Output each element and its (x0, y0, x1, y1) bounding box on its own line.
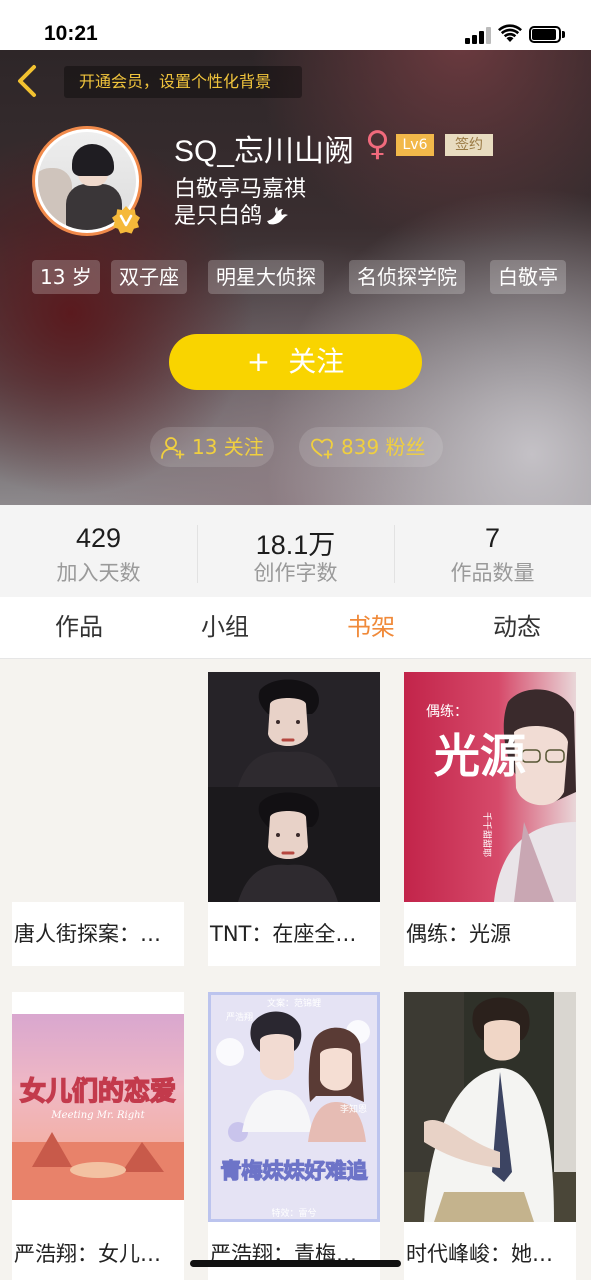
status-bar: 10:21 (0, 0, 591, 50)
stat-value: 429 (75, 523, 122, 553)
cover-text: 严浩翔 (226, 1011, 253, 1023)
vip-background-banner[interactable]: 开通会员，设置个性化背景 (64, 66, 302, 98)
stats-bar: 429 加入天数 18.1万 创作字数 7 作品数量 (0, 505, 591, 597)
follow-button[interactable]: + 关注 (169, 334, 422, 390)
book-cover (12, 672, 184, 902)
book-cover: 文案：范锦鲤 严浩翔 李知恩 特效：雷兮 青梅妹妹好难追 (208, 992, 380, 1222)
book-title: 严浩翔：青梅… (210, 1242, 357, 1266)
following-label: 13 关注 (192, 435, 264, 459)
bio-line: 是只白鸽 (174, 204, 263, 229)
dove-icon (267, 207, 289, 225)
tab-groups[interactable]: 小组 (165, 597, 285, 659)
book-cover (208, 672, 380, 902)
stat-join-days: 429 加入天数 (0, 505, 197, 597)
cover-text: 千千甜甜耶 (481, 812, 493, 857)
book-cover: 偶练： 光源 千千甜甜耶 (404, 672, 576, 902)
cover-title: 光源 (434, 729, 526, 783)
female-gender-icon: ♀ (365, 124, 390, 164)
verified-badge-icon (112, 206, 140, 234)
level-badge: Lv6 (396, 134, 434, 156)
cover-text: 李知恩 (340, 1103, 367, 1115)
book-card[interactable]: 文案：范锦鲤 严浩翔 李知恩 特效：雷兮 青梅妹妹好难追 严浩翔：青梅… (208, 992, 380, 1280)
bio: 白敬亭马嘉祺 是只白鸽 (174, 176, 306, 230)
user-plus-icon (161, 437, 185, 459)
book-card[interactable]: 时代峰峻：她… (404, 992, 576, 1280)
tab-works[interactable]: 作品 (19, 597, 139, 659)
tag-item[interactable]: 双子座 (111, 260, 187, 294)
book-title: 时代峰峻：她… (406, 1242, 553, 1266)
book-title: 偶练：光源 (406, 922, 511, 946)
tab-activity[interactable]: 动态 (457, 597, 577, 659)
stat-label: 作品数量 (450, 561, 535, 585)
tag-item[interactable]: 名侦探学院 (349, 260, 465, 294)
bio-line: 白敬亭马嘉祺 (174, 177, 307, 202)
status-time: 10:21 (44, 22, 98, 45)
profile-header: 10:21 开通会员，设置个性化背景 SQ_忘川山阙 ♀ Lv6 签约 白敬亭马… (0, 0, 591, 505)
book-card[interactable]: 偶练： 光源 千千甜甜耶 偶练：光源 (404, 672, 576, 966)
book-title: TNT：在座全… (210, 922, 357, 946)
signal-icon (465, 26, 491, 44)
battery-icon (529, 26, 565, 43)
book-cover: 女儿们的恋爱 Meeting Mr. Right (12, 992, 184, 1222)
tab-bookshelf[interactable]: 书架 (311, 597, 431, 659)
book-title: 唐人街探案：… (14, 922, 161, 946)
cover-text: 特效：雷兮 (271, 1207, 316, 1219)
book-title: 严浩翔：女儿… (14, 1242, 161, 1266)
stat-value: 7 (484, 523, 501, 553)
heart-plus-icon (311, 438, 333, 459)
following-count[interactable]: 13 关注 (150, 427, 274, 467)
stat-label: 加入天数 (56, 561, 141, 585)
tag-item[interactable]: 13 岁 (32, 260, 100, 294)
cover-text: 偶练： (426, 704, 468, 720)
profile-page: 10:21 开通会员，设置个性化背景 SQ_忘川山阙 ♀ Lv6 签约 白敬亭马… (0, 0, 591, 1280)
cover-subtitle: Meeting Mr. Right (50, 1110, 145, 1121)
bookshelf-grid: 唐人街探案：… TNT：在座全… 偶练： 光源 千千甜甜耶 偶练：光源 女儿们的… (0, 660, 591, 1280)
fans-count[interactable]: 839 粉丝 (299, 427, 443, 467)
cover-text: 文案：范锦鲤 (267, 997, 321, 1009)
cover-title: 青梅妹妹好难追 (221, 1159, 369, 1183)
profile-tabs: 作品 小组 书架 动态 (0, 597, 591, 659)
stat-works-count: 7 作品数量 (394, 505, 591, 597)
username: SQ_忘川山阙 (174, 135, 355, 168)
wifi-icon (498, 24, 522, 42)
plus-icon: + (246, 345, 271, 378)
follow-label: 关注 (288, 345, 345, 378)
tag-item[interactable]: 白敬亭 (490, 260, 566, 294)
cover-title: 女儿们的恋爱 (20, 1076, 176, 1107)
home-indicator[interactable] (190, 1260, 401, 1267)
book-card[interactable]: 女儿们的恋爱 Meeting Mr. Right 严浩翔：女儿… (12, 992, 184, 1280)
tag-item[interactable]: 明星大侦探 (208, 260, 324, 294)
book-card[interactable]: 唐人街探案：… (12, 672, 184, 966)
fans-label: 839 粉丝 (341, 435, 426, 459)
stat-word-count: 18.1万 创作字数 (197, 505, 394, 597)
tag-list: 13 岁 双子座 明星大侦探 名侦探学院 白敬亭 (32, 260, 577, 294)
book-cover (404, 992, 576, 1222)
stat-label: 创作字数 (253, 561, 338, 585)
book-card[interactable]: TNT：在座全… (208, 672, 380, 966)
signed-badge: 签约 (445, 134, 493, 156)
back-arrow-icon[interactable] (14, 64, 42, 98)
